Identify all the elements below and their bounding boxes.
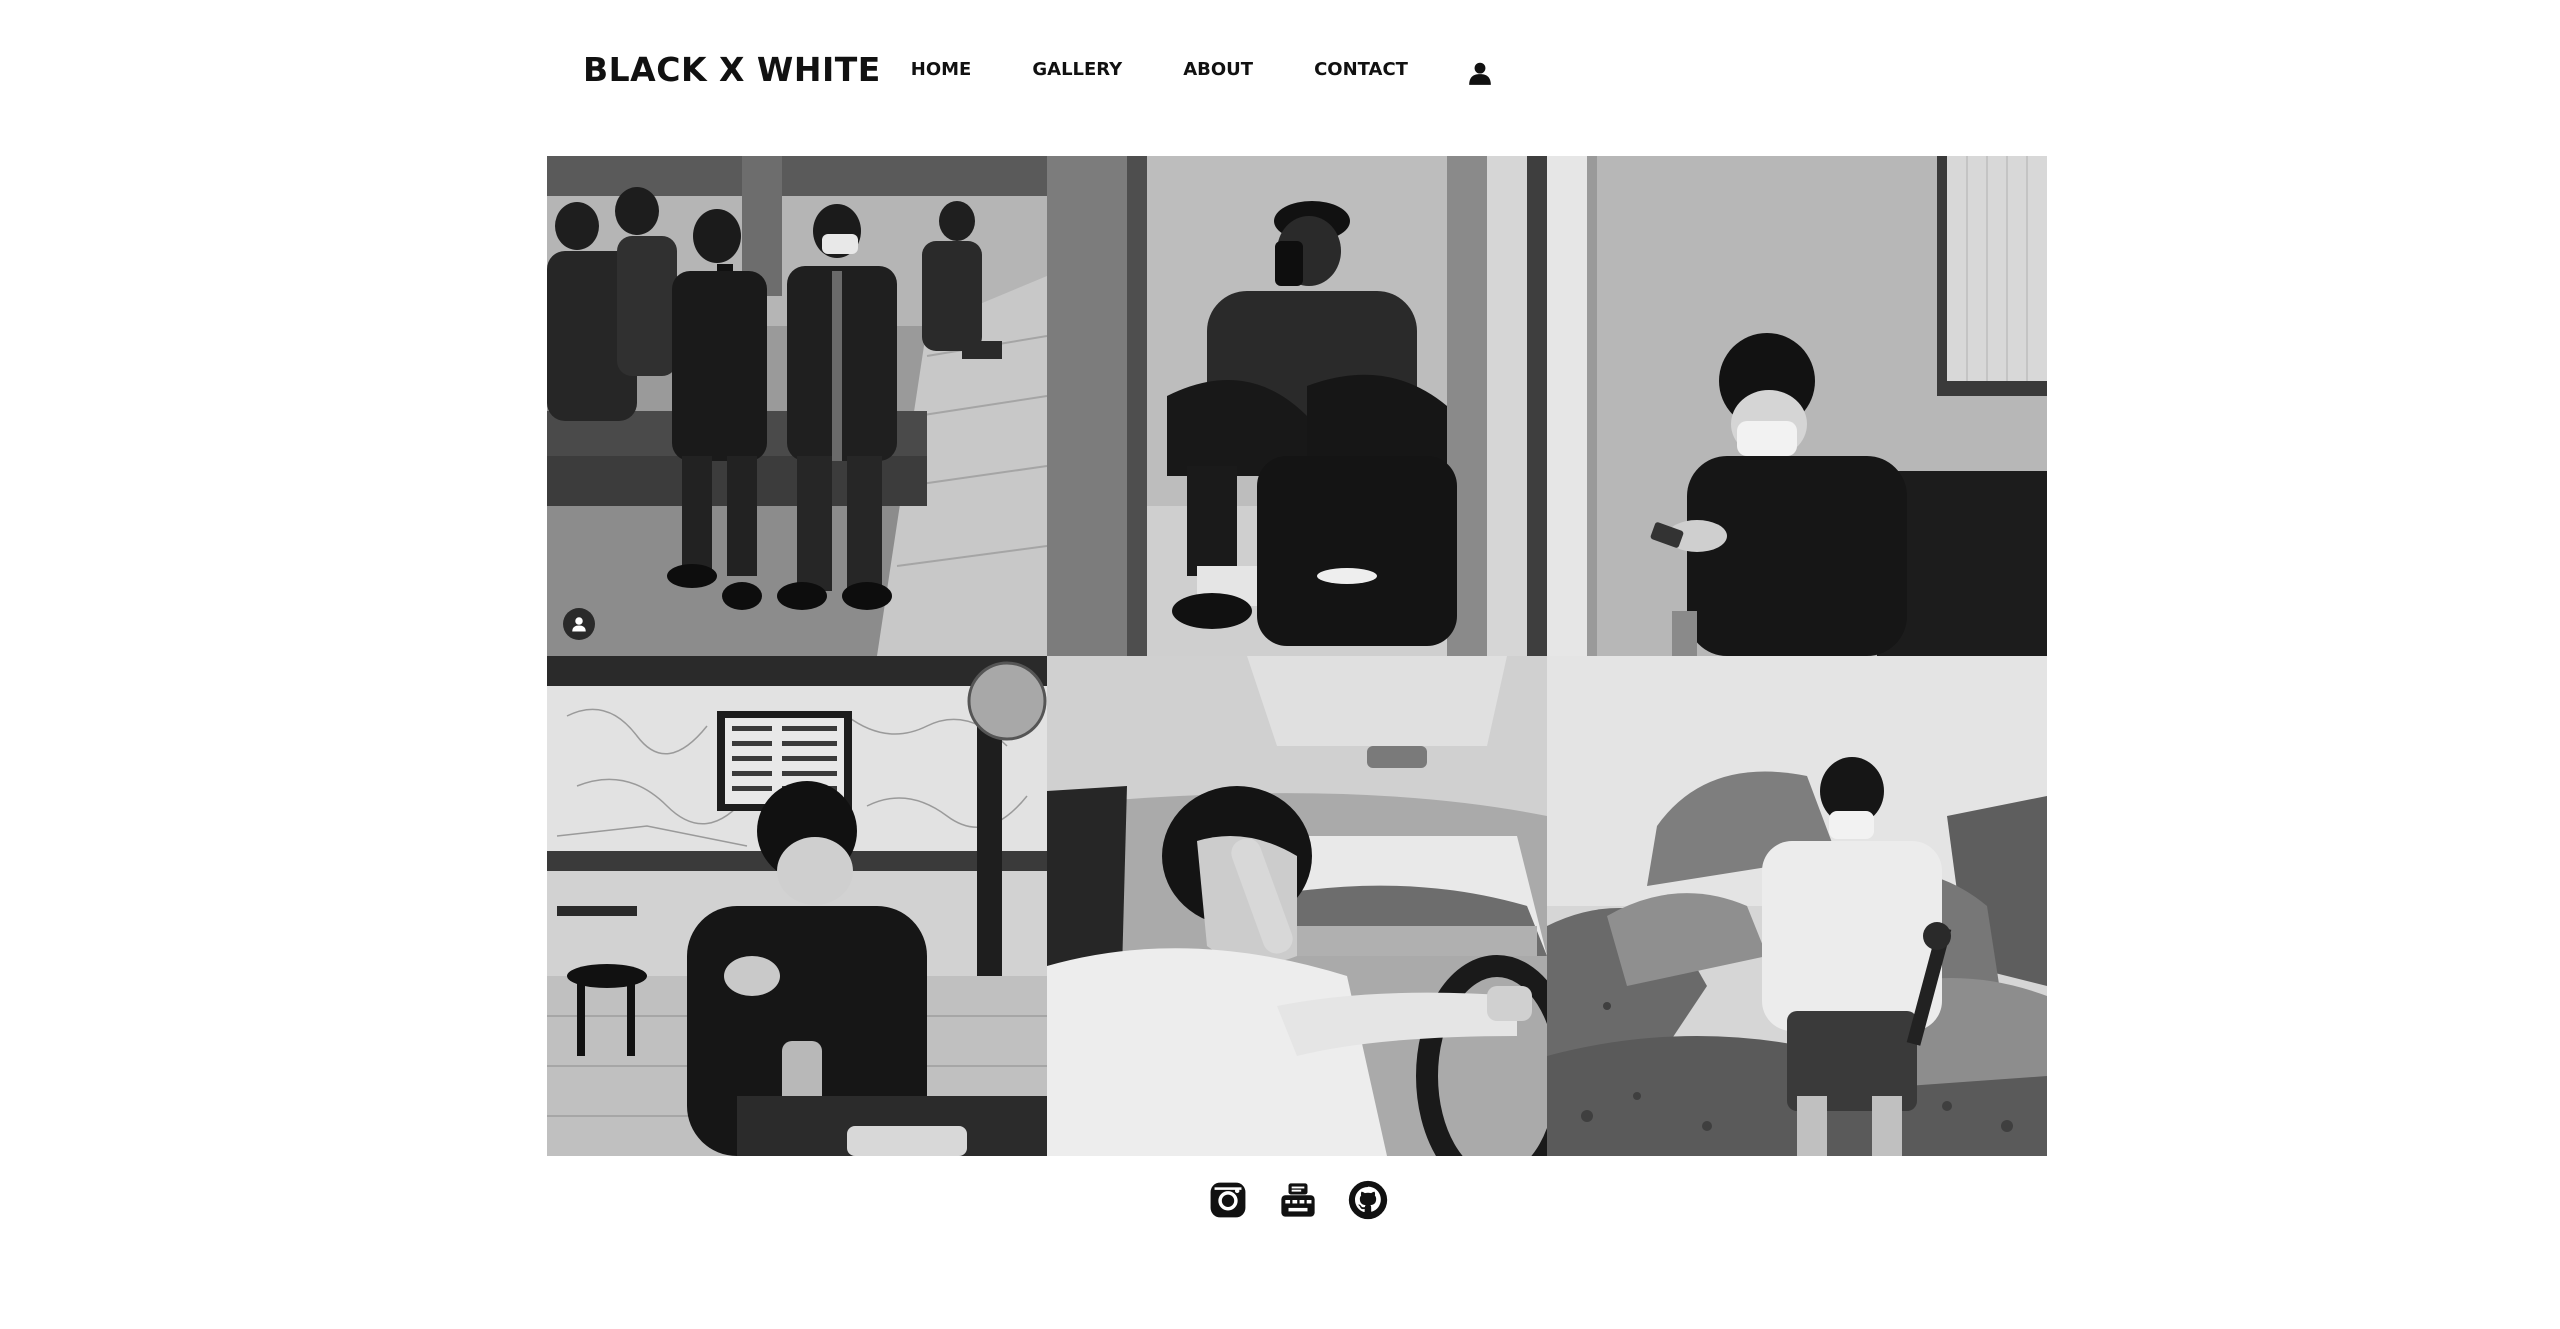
gallery-photo-2[interactable] [1047,156,1547,656]
nav-about[interactable]: ABOUT [1183,59,1253,80]
gallery-photo-5[interactable] [1047,656,1547,1156]
user-avatar-icon[interactable] [563,608,595,640]
gallery-photo-4[interactable] [547,656,1047,1156]
photo-rocks [1547,656,2047,1156]
nav-contact[interactable]: CONTACT [1314,59,1408,80]
gallery-photo-1[interactable] [547,156,1047,656]
photo-phone-window [1547,156,2047,656]
nav-gallery[interactable]: GALLERY [1032,59,1122,80]
page: BLACK X WHITE HOME GALLERY ABOUT CONTACT [0,0,2560,1329]
photo-mirror-selfie [1047,156,1547,656]
brand-logo[interactable]: BLACK X WHITE [583,50,881,89]
user-icon[interactable] [1465,58,1495,88]
social-links [1208,1180,1388,1220]
gallery-photo-3[interactable] [1547,156,2047,656]
blog-icon[interactable] [1278,1180,1318,1220]
site-header: BLACK X WHITE HOME GALLERY ABOUT CONTACT [583,44,1495,94]
photo-restaurant [547,656,1047,1156]
photo-group-street [547,156,1047,656]
github-icon[interactable] [1348,1180,1388,1220]
instagram-icon[interactable] [1208,1180,1248,1220]
photo-driving [1047,656,1547,1156]
photo-gallery [547,156,2047,1156]
nav-home[interactable]: HOME [911,59,972,80]
gallery-photo-6[interactable] [1547,656,2047,1156]
main-nav: HOME GALLERY ABOUT CONTACT [911,50,1495,88]
